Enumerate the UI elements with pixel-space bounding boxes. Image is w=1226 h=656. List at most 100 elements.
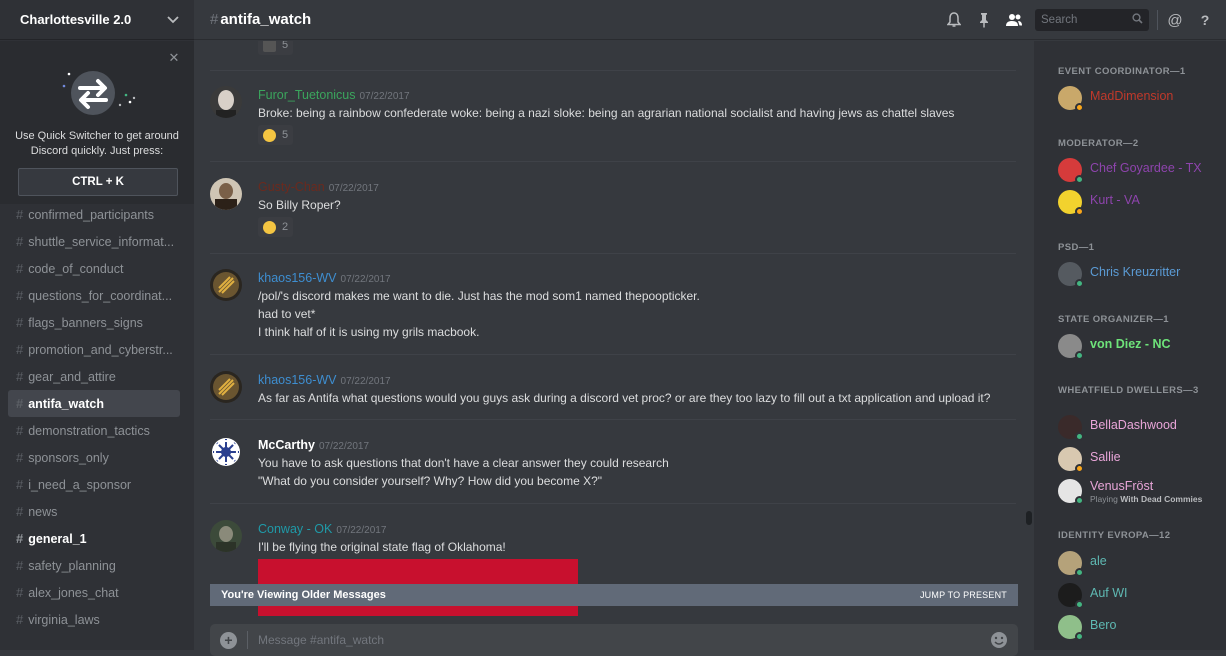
member-item[interactable]: ale — [1058, 551, 1222, 579]
channel-name: virginia_laws — [28, 612, 100, 627]
channel-item[interactable]: # virginia_laws — [8, 606, 180, 633]
avatar[interactable] — [210, 269, 242, 301]
message-author[interactable]: Conway - OK — [258, 522, 332, 536]
avatar[interactable] — [210, 178, 242, 210]
channel-name: news — [28, 504, 58, 519]
channel-header: # antifa_watch Search @ ? — [194, 0, 1226, 40]
status-indicator — [1075, 568, 1084, 577]
message-divider — [210, 253, 1016, 254]
member-activity: Playing With Dead Commies — [1090, 494, 1202, 504]
member-item[interactable]: von Diez - NC — [1058, 334, 1222, 362]
hash-icon: # — [16, 477, 24, 492]
status-indicator — [1075, 600, 1084, 609]
message-divider — [210, 419, 1016, 420]
status-indicator — [1075, 351, 1084, 360]
channel-item[interactable]: # promotion_and_cyberstr... — [8, 336, 180, 363]
member-item[interactable]: Chef Goyardee - TX — [1058, 158, 1222, 186]
channel-name: i_need_a_sponsor — [28, 477, 132, 492]
channel-name: questions_for_coordinat... — [28, 288, 173, 303]
channel-item[interactable]: # code_of_conduct — [8, 255, 180, 282]
channel-item[interactable]: # news — [8, 498, 180, 525]
member-item[interactable]: MadDimension — [1058, 86, 1222, 114]
member-item[interactable]: BellaDashwood — [1058, 415, 1222, 443]
shortcut-key: CTRL + K — [18, 168, 178, 196]
avatar[interactable] — [210, 371, 242, 403]
jump-to-present-button[interactable]: JUMP TO PRESENT — [920, 590, 1007, 600]
member-name: Bero — [1090, 618, 1117, 632]
channel-item[interactable]: # demonstration_tactics — [8, 417, 180, 444]
message-text: Broke: being a rainbow confederate woke:… — [258, 106, 955, 120]
scrollbar[interactable] — [1024, 41, 1032, 616]
member-item[interactable]: Sallie — [1058, 447, 1222, 475]
message-author[interactable]: Gusty-Chan — [258, 180, 325, 194]
channel-item[interactable]: # i_need_a_sponsor — [8, 471, 180, 498]
emoji-picker-icon[interactable] — [990, 631, 1008, 649]
member-item[interactable]: Auf WI — [1058, 583, 1222, 611]
help-icon[interactable]: ? — [1194, 9, 1216, 31]
status-indicator — [1075, 279, 1084, 288]
reaction-button[interactable]: 5 — [258, 125, 294, 145]
message-input[interactable]: Message #antifa_watch — [258, 633, 990, 647]
hash-icon: # — [16, 450, 24, 465]
message-timestamp: 07/22/2017 — [340, 274, 391, 285]
message-timestamp: 07/22/2017 — [336, 525, 387, 536]
reaction-partial[interactable]: 5 — [258, 41, 1016, 57]
mention-icon[interactable]: @ — [1164, 9, 1186, 31]
avatar[interactable] — [210, 436, 242, 468]
member-group-header: WHEATFIELD DWELLERS—3 — [1058, 385, 1199, 396]
upload-plus-icon[interactable]: + — [220, 631, 237, 649]
member-group-header: STATE ORGANIZER—1 — [1058, 314, 1169, 325]
member-item[interactable]: Bero — [1058, 615, 1222, 643]
channel-item[interactable]: # gear_and_attire — [8, 363, 180, 390]
reaction-button[interactable]: 5 — [258, 41, 294, 55]
channel-item[interactable]: # sponsors_only — [8, 444, 180, 471]
chevron-down-icon[interactable] — [166, 13, 180, 27]
members-icon[interactable] — [1003, 9, 1025, 31]
channel-item-active[interactable]: # antifa_watch — [8, 390, 180, 417]
channel-item[interactable]: # confirmed_participants — [8, 201, 180, 228]
message-composer[interactable]: + Message #antifa_watch — [210, 624, 1018, 656]
message-author[interactable]: McCarthy — [258, 438, 315, 452]
member-item[interactable]: Kurt - VA — [1058, 190, 1222, 218]
pin-icon[interactable] — [973, 9, 995, 31]
avatar[interactable] — [210, 86, 242, 118]
bell-icon[interactable] — [943, 9, 965, 31]
avatar[interactable] — [210, 520, 242, 552]
message-text: So Billy Roper? — [258, 198, 341, 212]
channel-item-unread[interactable]: # general_1 — [8, 525, 180, 552]
channel-item[interactable]: # flags_banners_signs — [8, 309, 180, 336]
hash-icon: # — [16, 531, 24, 546]
channel-item[interactable]: # questions_for_coordinat... — [8, 282, 180, 309]
message-author[interactable]: Furor_Tuetonicus — [258, 88, 356, 102]
older-messages-bar[interactable]: You're Viewing Older Messages JUMP TO PR… — [210, 584, 1018, 606]
older-messages-text: You're Viewing Older Messages — [221, 589, 386, 601]
member-item[interactable]: VenusFröst Playing With Dead Commies — [1058, 479, 1222, 507]
scrollbar-thumb[interactable] — [1026, 511, 1032, 525]
emoji-icon — [263, 41, 276, 52]
message-divider — [210, 70, 1016, 71]
member-group-header: MODERATOR—2 — [1058, 138, 1139, 149]
toolbar-divider — [1157, 10, 1158, 30]
channel-name: alex_jones_chat — [28, 585, 119, 600]
reaction-button[interactable]: 2 — [258, 217, 294, 237]
member-name: VenusFröst — [1090, 479, 1154, 493]
message-author[interactable]: khaos156-WV — [258, 373, 337, 387]
member-name: Auf WI — [1090, 586, 1128, 600]
close-icon[interactable]: ✕ — [168, 51, 180, 64]
activity-prefix: Playing — [1090, 494, 1118, 504]
channel-name: safety_planning — [28, 558, 116, 573]
channel-name: shuttle_service_informat... — [28, 234, 175, 249]
member-group-header: IDENTITY EVROPA—12 — [1058, 530, 1171, 541]
channel-item[interactable]: # shuttle_service_informat... — [8, 228, 180, 255]
hash-icon: # — [16, 423, 24, 438]
message-author[interactable]: khaos156-WV — [258, 271, 337, 285]
channel-item[interactable]: # alex_jones_chat — [8, 579, 180, 606]
message-text: I think half of it is using my grils mac… — [258, 325, 480, 339]
search-input[interactable]: Search — [1035, 9, 1149, 31]
hash-icon: # — [16, 342, 24, 357]
hash-icon: # — [16, 315, 24, 330]
member-item[interactable]: Chris Kreuzritter — [1058, 262, 1222, 290]
server-header[interactable]: Charlottesville 2.0 — [0, 0, 194, 40]
quick-switcher-icon — [62, 71, 136, 115]
channel-item[interactable]: # safety_planning — [8, 552, 180, 579]
